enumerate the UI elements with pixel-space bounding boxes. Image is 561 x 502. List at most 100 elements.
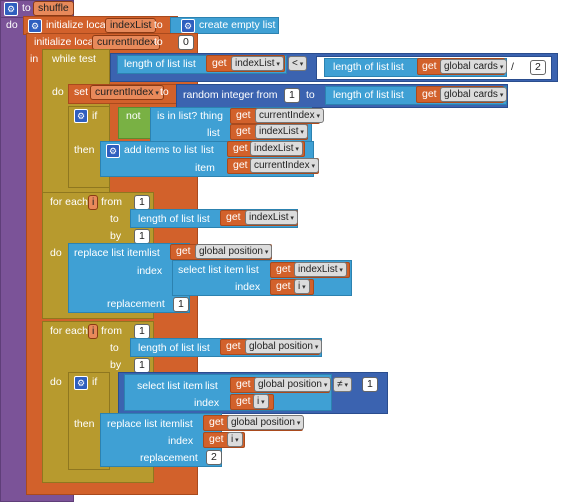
procedure-name-field[interactable]: shuffle — [33, 1, 74, 16]
for-each-label: for each — [50, 196, 88, 208]
replace-list-item-label: replace list item — [74, 247, 147, 259]
get-label: get — [236, 378, 251, 390]
number-field[interactable]: 2 — [206, 450, 222, 465]
item-socket-label: item — [195, 162, 215, 174]
replacement-socket-label: replacement — [140, 452, 198, 464]
list-socket-label: list — [180, 418, 193, 430]
gear-icon[interactable]: ⚙ — [74, 376, 88, 390]
loop-var-name[interactable]: i — [88, 324, 99, 339]
var-dropdown[interactable]: global position — [254, 377, 332, 392]
var-dropdown[interactable]: i — [227, 432, 243, 447]
var-dropdown[interactable]: i — [253, 394, 269, 409]
var-dropdown[interactable]: indexList — [294, 262, 347, 277]
set-label: set — [74, 86, 89, 98]
var-dropdown[interactable]: currentIndex — [255, 108, 325, 123]
init-local-label: initialize local — [34, 36, 96, 48]
set-to-label: to — [160, 86, 169, 98]
procedure-do-label: do — [6, 19, 18, 31]
from-label: from — [101, 325, 122, 337]
for-each-label: for each — [50, 325, 88, 337]
local-var-name[interactable]: currentIndex — [92, 35, 161, 50]
to-label: to — [110, 342, 119, 354]
index-socket-label: index — [168, 435, 194, 447]
var-dropdown[interactable]: indexList — [255, 124, 308, 139]
list-socket-label: list — [207, 127, 220, 139]
index-socket-label: index — [137, 265, 163, 277]
number-field[interactable]: 1 — [173, 297, 189, 312]
then-label: then — [74, 418, 95, 430]
index-socket-label: index — [194, 397, 220, 409]
not-label: not — [126, 110, 141, 122]
list-socket-label: list — [391, 89, 404, 101]
do-label: do — [50, 376, 62, 388]
gear-icon[interactable]: ⚙ — [181, 19, 195, 33]
list-socket-label: list — [147, 247, 160, 259]
var-dropdown[interactable]: global position — [245, 339, 323, 354]
list-socket-label: list — [391, 61, 404, 73]
gear-icon[interactable]: ⚙ — [106, 144, 120, 158]
get-label: get — [276, 280, 291, 292]
replace-list-item-label: replace list item — [107, 418, 180, 430]
init-to-label: to — [154, 19, 163, 31]
local-var-name[interactable]: indexList — [105, 18, 157, 33]
var-dropdown[interactable]: currentIndex — [250, 158, 320, 173]
if-label: if — [92, 110, 98, 122]
length-of-list-label: length of list — [138, 342, 195, 354]
list-socket-label: list — [201, 144, 214, 156]
number-field[interactable]: 1 — [134, 358, 150, 373]
gear-icon[interactable]: ⚙ — [4, 2, 18, 16]
number-field[interactable]: 0 — [178, 35, 194, 50]
gear-icon[interactable]: ⚙ — [74, 109, 88, 123]
while-do-label: do — [52, 86, 64, 98]
var-dropdown[interactable]: indexList — [231, 56, 284, 71]
init-local-label: initialize local — [46, 19, 108, 31]
number-field[interactable]: 1 — [284, 88, 300, 103]
get-label: get — [176, 245, 191, 257]
random-integer-label: random integer from — [183, 89, 278, 101]
var-dropdown[interactable]: global cards — [440, 59, 508, 74]
random-to-label: to — [306, 89, 315, 101]
while-label: while — [52, 53, 76, 65]
if-label: if — [92, 376, 98, 388]
is-in-list-label: is in list? thing — [157, 110, 223, 122]
var-dropdown[interactable]: i — [294, 279, 310, 294]
get-label: get — [226, 211, 241, 223]
select-list-item-label: select list item — [178, 264, 244, 276]
create-empty-list-label: create empty list — [199, 19, 276, 31]
var-dropdown[interactable]: indexList — [250, 141, 303, 156]
gear-icon[interactable]: ⚙ — [28, 19, 42, 33]
from-label: from — [101, 196, 122, 208]
var-dropdown[interactable]: indexList — [245, 210, 298, 225]
in-label: in — [30, 53, 39, 65]
get-label: get — [226, 340, 241, 352]
operator-dropdown[interactable]: < — [288, 56, 308, 71]
get-label: get — [236, 109, 251, 121]
list-socket-label: list — [205, 380, 218, 392]
var-dropdown[interactable]: currentIndex — [90, 85, 164, 100]
number-field[interactable]: 1 — [362, 377, 378, 392]
do-label: do — [50, 247, 62, 259]
number-field[interactable]: 2 — [530, 60, 546, 75]
get-label: get — [209, 433, 224, 445]
to-label: to — [110, 213, 119, 225]
divide-operator: / — [511, 61, 514, 73]
get-label: get — [276, 263, 291, 275]
list-socket-label: list — [197, 342, 210, 354]
number-field[interactable]: 1 — [134, 324, 150, 339]
var-dropdown[interactable]: global position — [227, 415, 305, 430]
get-label: get — [236, 395, 251, 407]
number-field[interactable]: 1 — [134, 195, 150, 210]
length-of-list-label: length of list — [138, 213, 195, 225]
var-dropdown[interactable]: global position — [195, 244, 273, 259]
var-dropdown[interactable]: global cards — [440, 87, 508, 102]
get-label: get — [212, 57, 227, 69]
loop-var-name[interactable]: i — [88, 195, 99, 210]
get-label: get — [233, 159, 248, 171]
number-field[interactable]: 1 — [134, 229, 150, 244]
replacement-socket-label: replacement — [107, 298, 165, 310]
operator-dropdown[interactable]: ≠ — [333, 377, 352, 392]
list-socket-label: list — [183, 58, 196, 70]
by-label: by — [110, 230, 122, 242]
by-label: by — [110, 359, 122, 371]
length-of-list-label: length of list — [333, 61, 390, 73]
